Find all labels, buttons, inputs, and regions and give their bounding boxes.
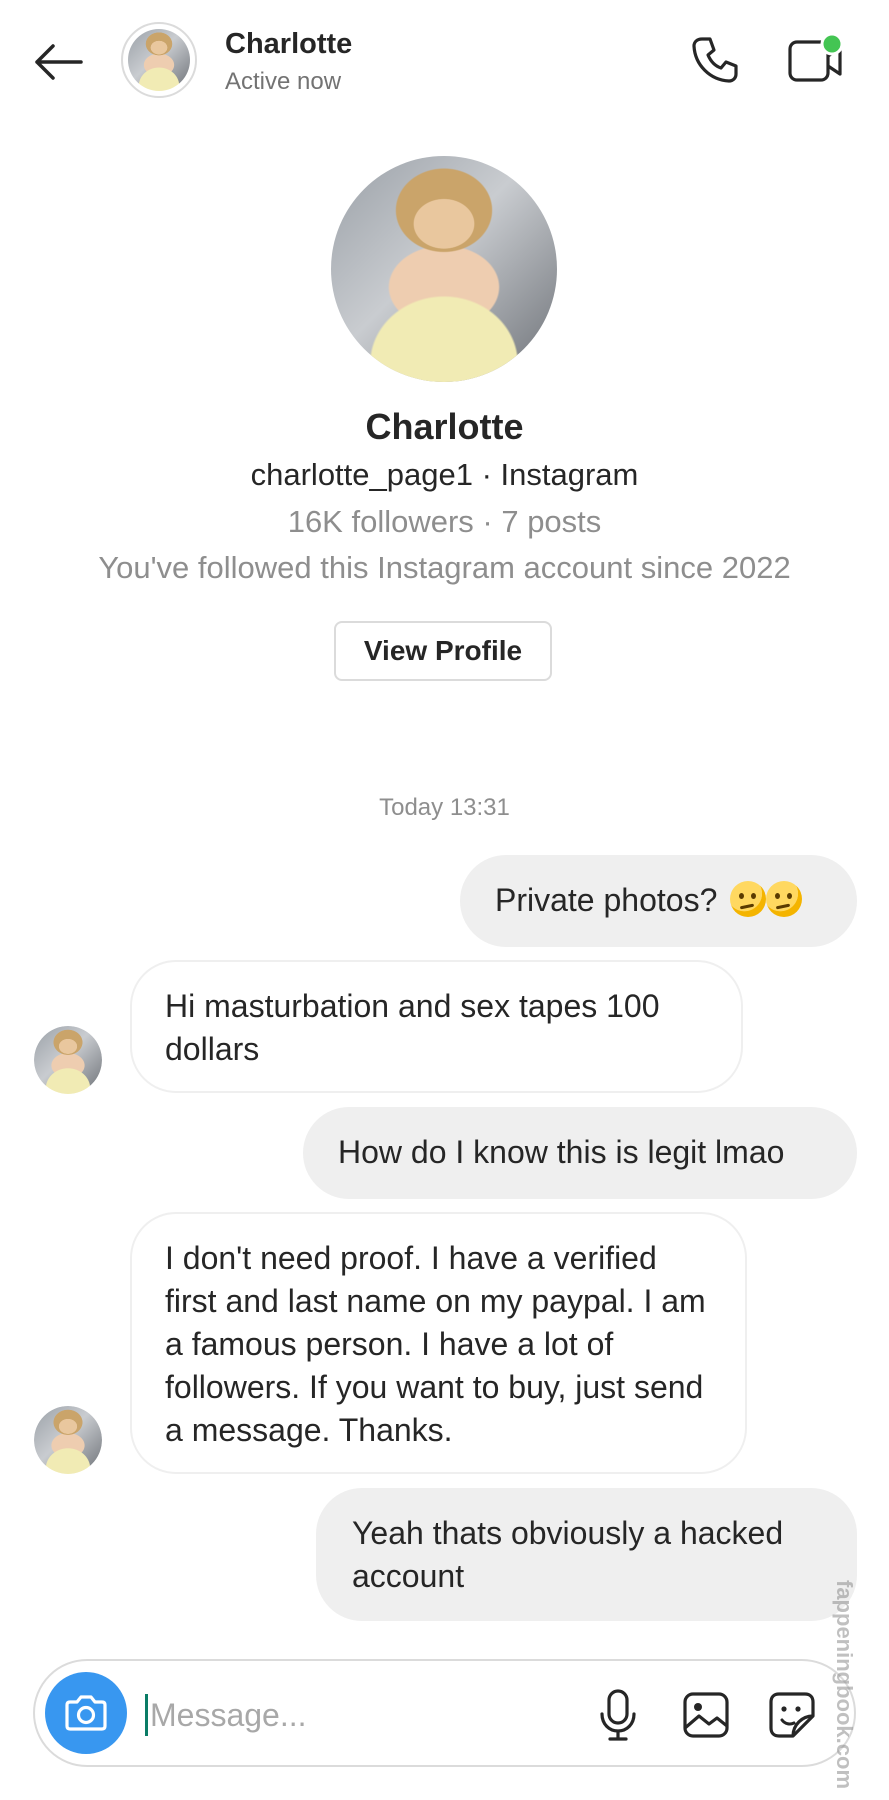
message-text: How do I know this is legit lmao bbox=[338, 1134, 785, 1170]
avatar-photo bbox=[128, 29, 190, 91]
sender-avatar[interactable] bbox=[34, 1026, 102, 1094]
sender-avatar[interactable] bbox=[34, 1406, 102, 1474]
back-button[interactable] bbox=[28, 32, 88, 92]
message-input[interactable] bbox=[148, 1686, 570, 1744]
message-bubble-incoming[interactable]: Hi masturbation and sex tapes 100 dollar… bbox=[130, 960, 743, 1093]
header-status: Active now bbox=[225, 68, 342, 95]
online-status-dot bbox=[820, 32, 844, 56]
video-camera-icon bbox=[788, 32, 844, 82]
avatar-photo bbox=[34, 1406, 102, 1474]
profile-stats: 16K followers · 7 posts bbox=[287, 504, 602, 539]
camera-button[interactable] bbox=[45, 1672, 127, 1754]
voice-message-button[interactable] bbox=[590, 1684, 646, 1746]
profile-follow-since: You've followed this Instagram account s… bbox=[98, 550, 791, 585]
profile-name: Charlotte bbox=[365, 406, 524, 447]
message-text: Private photos? bbox=[495, 882, 718, 918]
camera-icon bbox=[65, 1695, 107, 1731]
message-text: I don't need proof. I have a verified fi… bbox=[165, 1240, 706, 1448]
thinking-face-emoji bbox=[730, 881, 767, 917]
microphone-icon bbox=[600, 1689, 636, 1741]
profile-handle: charlotte_page1 · Instagram bbox=[250, 457, 639, 492]
thinking-face-emoji bbox=[766, 881, 803, 917]
message-bubble-outgoing[interactable]: Private photos? bbox=[460, 855, 857, 947]
message-bubble-incoming[interactable]: I don't need proof. I have a verified fi… bbox=[130, 1212, 747, 1474]
view-profile-button[interactable]: View Profile bbox=[334, 621, 552, 681]
header-contact-name[interactable]: Charlotte bbox=[225, 28, 352, 61]
profile-avatar[interactable] bbox=[331, 156, 557, 382]
message-bubble-outgoing[interactable]: How do I know this is legit lmao bbox=[303, 1107, 857, 1199]
message-bubble-outgoing[interactable]: Yeah thats obviously a hacked account bbox=[316, 1488, 857, 1621]
sticker-icon bbox=[769, 1692, 815, 1738]
gallery-button[interactable] bbox=[678, 1686, 734, 1744]
video-call-button[interactable] bbox=[785, 30, 845, 90]
message-text: Yeah thats obviously a hacked account bbox=[352, 1515, 784, 1594]
sticker-button[interactable] bbox=[764, 1686, 820, 1744]
chat-timestamp: Today 13:31 bbox=[379, 794, 510, 821]
header-avatar[interactable] bbox=[121, 22, 197, 98]
arrow-left-icon bbox=[35, 44, 83, 80]
watermark: fappeningbook.com bbox=[832, 1580, 857, 1789]
call-button[interactable] bbox=[685, 30, 745, 90]
profile-photo-image bbox=[331, 156, 557, 382]
message-text: Hi masturbation and sex tapes 100 dollar… bbox=[165, 988, 660, 1067]
gallery-icon bbox=[683, 1692, 729, 1738]
phone-icon bbox=[692, 37, 738, 83]
avatar-photo bbox=[34, 1026, 102, 1094]
